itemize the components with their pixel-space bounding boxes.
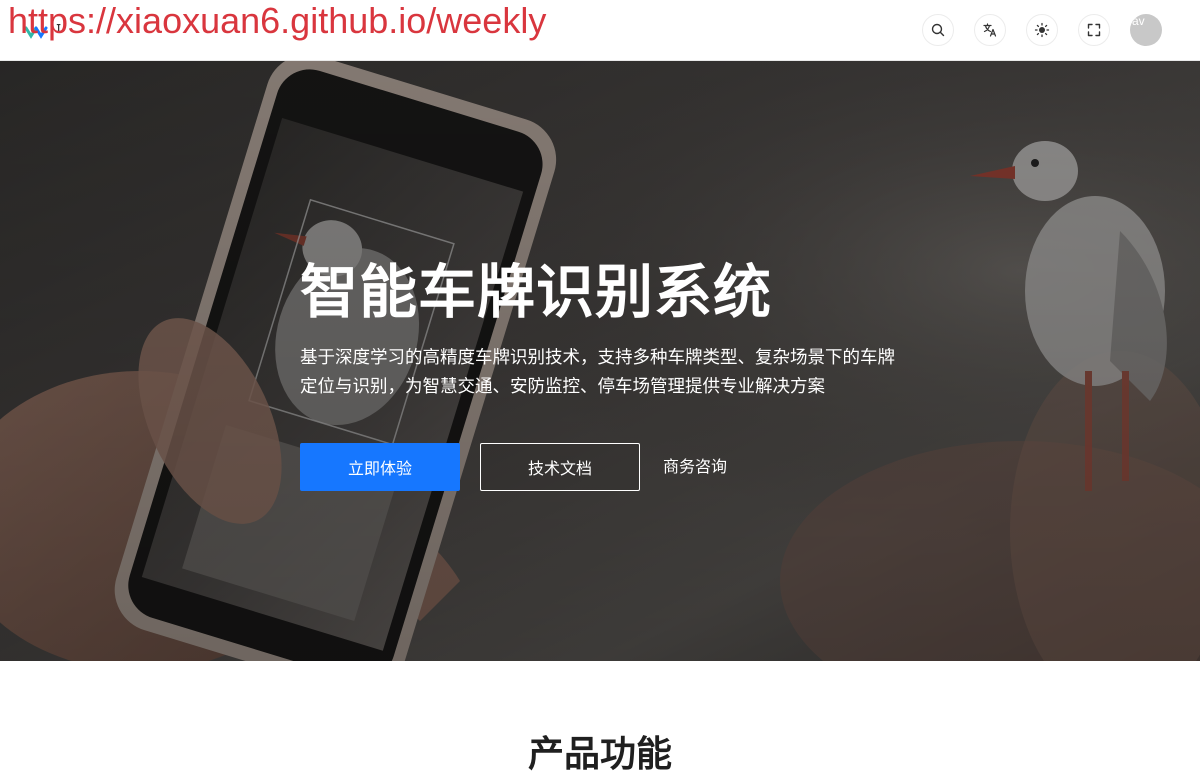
try-now-button[interactable]: 立即体验	[300, 443, 460, 491]
sun-icon	[1034, 22, 1050, 38]
watermark-url: https://xiaoxuan6.github.io/weekly	[8, 0, 547, 41]
theme-toggle-button[interactable]	[1026, 14, 1058, 46]
hero-title: 智能车牌识别系统	[300, 258, 773, 326]
language-button[interactable]	[974, 14, 1006, 46]
business-inquiry-link[interactable]: 商务咨询	[663, 443, 727, 491]
hero-banner: 智能车牌识别系统 基于深度学习的高精度车牌识别技术，支持多种车牌类型、复杂场景下…	[0, 61, 1200, 661]
avatar-alt-text: av	[1132, 14, 1145, 28]
search-icon	[931, 23, 945, 37]
features-section-title: 产品功能	[527, 734, 672, 775]
hero-description: 基于深度学习的高精度车牌识别技术，支持多种车牌类型、复杂场景下的车牌定位与识别，…	[300, 348, 895, 397]
fullscreen-icon	[1087, 23, 1101, 37]
tech-docs-button[interactable]: 技术文档	[480, 443, 640, 491]
user-avatar[interactable]: av	[1130, 14, 1162, 46]
translate-icon	[983, 23, 997, 37]
search-button[interactable]	[922, 14, 954, 46]
fullscreen-button[interactable]	[1078, 14, 1110, 46]
